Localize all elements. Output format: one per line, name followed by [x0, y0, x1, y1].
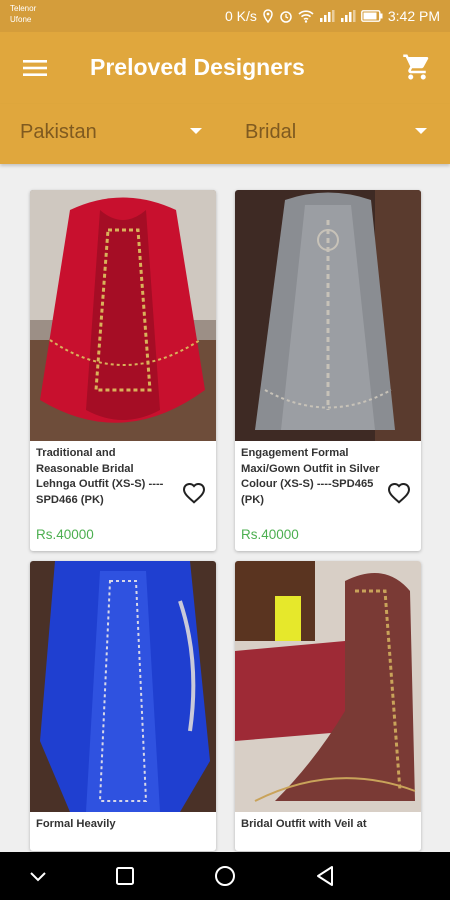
favorite-button[interactable] — [387, 482, 411, 506]
chevron-down-icon — [30, 872, 46, 882]
country-selected: Pakistan — [20, 120, 97, 143]
status-bar: Telenor Ufone 0 K/s 3:42 PM — [0, 0, 450, 32]
product-name: Bridal Outfit with Veil at — [241, 818, 367, 830]
location-icon — [262, 9, 274, 23]
status-icons: 0 K/s 3:42 PM — [225, 0, 440, 32]
app-bar: Preloved Designers — [0, 32, 450, 104]
app-title: Preloved Designers — [90, 54, 305, 80]
product-card[interactable]: Bridal Outfit with Veil at — [235, 561, 421, 851]
product-name: Traditional and Reasonable Bridal Lehnga… — [36, 447, 164, 506]
category-dropdown[interactable]: Bridal — [245, 104, 435, 160]
cart-icon — [403, 54, 429, 80]
signal-icon-1 — [319, 10, 335, 22]
heart-icon — [387, 482, 411, 504]
heart-icon — [182, 482, 206, 504]
network-speed: 0 K/s — [224, 8, 257, 24]
carrier-2: Ufone — [10, 15, 32, 24]
circle-icon — [215, 866, 235, 886]
menu-button[interactable] — [20, 54, 50, 82]
signal-icon-2 — [340, 10, 356, 22]
cart-button[interactable] — [402, 52, 432, 82]
product-name: Engagement Formal Maxi/Gown Outfit in Si… — [241, 447, 380, 506]
product-card[interactable]: Traditional and Reasonable Bridal Lehnga… — [30, 190, 216, 551]
product-card[interactable]: Formal Heavily — [30, 561, 216, 851]
menu-icon — [23, 60, 47, 76]
wifi-icon — [298, 9, 314, 23]
carrier-1: Telenor — [10, 4, 37, 13]
filter-bar: Pakistan Bridal — [0, 104, 450, 164]
product-card[interactable]: Engagement Formal Maxi/Gown Outfit in Si… — [235, 190, 421, 551]
product-image[interactable] — [235, 561, 421, 812]
nav-back-button[interactable] — [312, 864, 338, 888]
product-image[interactable] — [30, 561, 216, 812]
country-dropdown[interactable]: Pakistan — [20, 104, 210, 160]
clock: 3:42 PM — [387, 8, 440, 24]
product-image[interactable] — [30, 190, 216, 441]
dropdown-arrow-icon — [190, 128, 202, 134]
system-nav-bar — [0, 852, 450, 900]
back-triangle-icon — [317, 866, 333, 886]
battery-icon — [360, 10, 383, 22]
category-selected: Bridal — [245, 120, 297, 143]
carrier-names: Telenor Ufone — [10, 3, 36, 25]
product-name: Formal Heavily — [36, 818, 116, 830]
nav-recents-button[interactable] — [112, 864, 138, 888]
product-price: Rs.40000 — [241, 527, 299, 542]
alarm-icon — [279, 9, 293, 23]
square-icon — [116, 867, 134, 885]
favorite-button[interactable] — [182, 482, 206, 506]
product-price: Rs.40000 — [36, 527, 94, 542]
dropdown-arrow-icon — [415, 128, 427, 134]
product-image[interactable] — [235, 190, 421, 441]
nav-home-button[interactable] — [212, 864, 238, 888]
nav-collapse-button[interactable] — [25, 864, 51, 888]
